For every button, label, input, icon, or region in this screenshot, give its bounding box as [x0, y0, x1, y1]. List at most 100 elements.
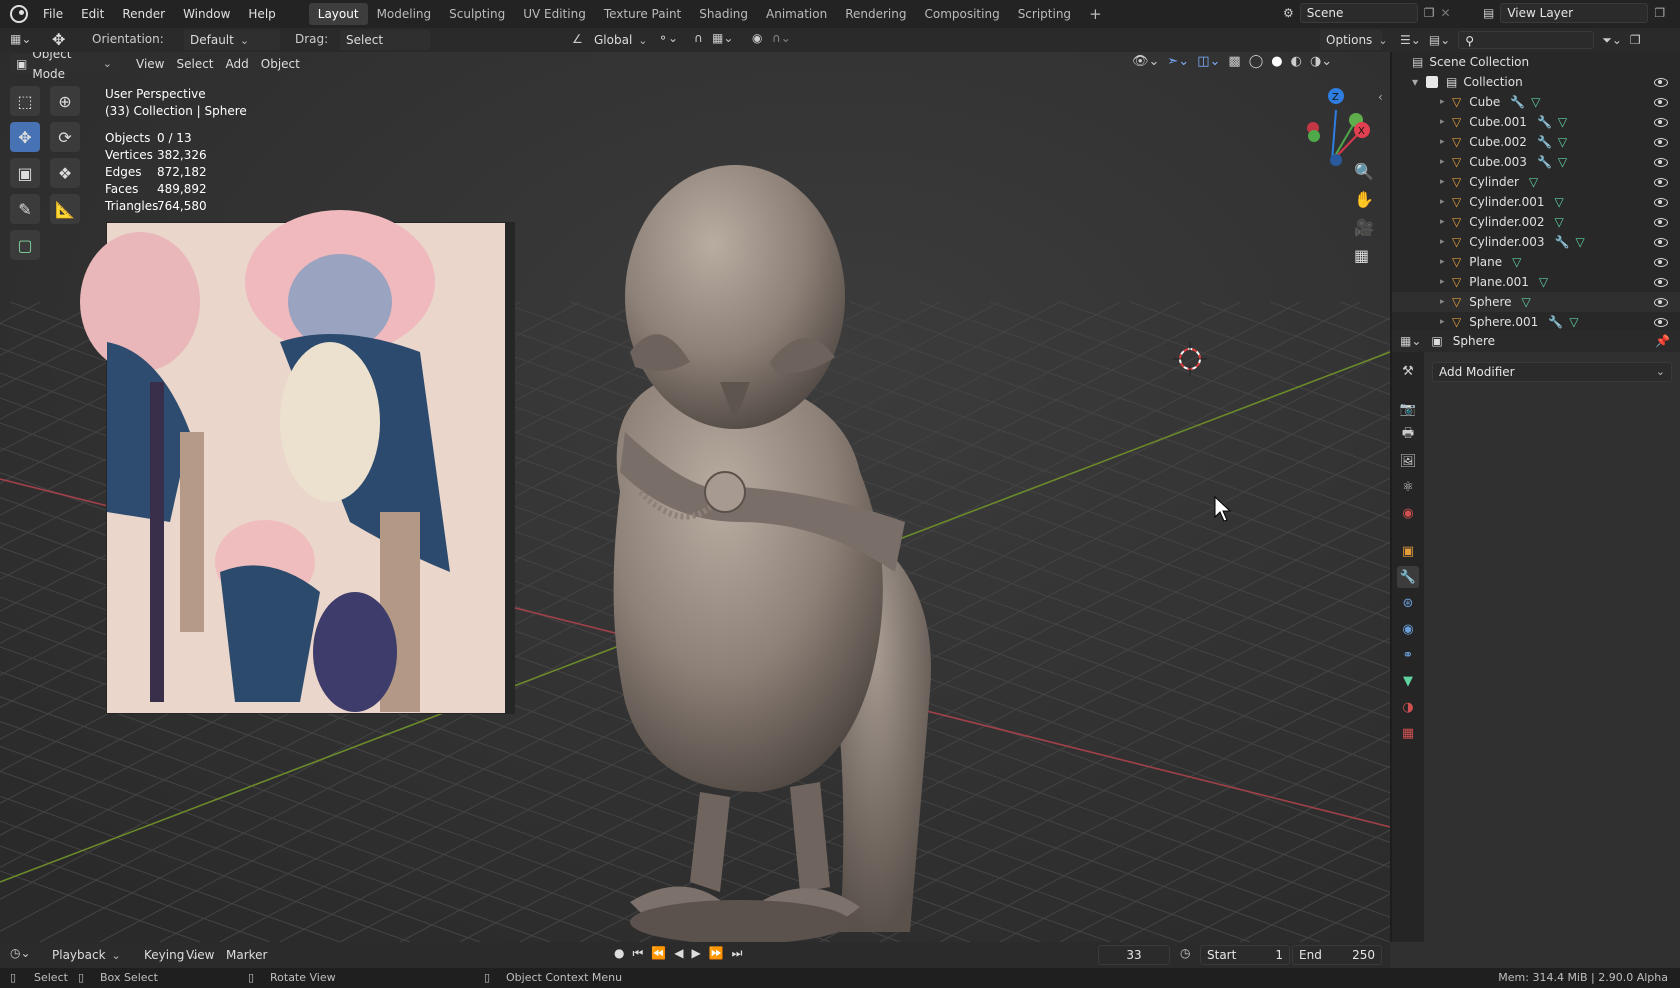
blender-logo-icon[interactable]: [10, 5, 28, 23]
eye-icon[interactable]: [1654, 97, 1668, 107]
tab-rendering[interactable]: Rendering: [836, 3, 915, 25]
start-frame-field[interactable]: Start 1: [1200, 945, 1290, 965]
new-view-layer-icon[interactable]: ❐: [1654, 6, 1665, 20]
modifier-wrench-icon[interactable]: 🔧: [1537, 115, 1552, 129]
modifier-wrench-icon[interactable]: 🔧: [1555, 235, 1570, 249]
drag-dropdown[interactable]: Select Box: [340, 30, 430, 67]
wireframe-shading-icon[interactable]: ◯: [1249, 54, 1264, 69]
eye-icon[interactable]: [1654, 277, 1668, 287]
outliner-item[interactable]: ▸ ▽ Plane ▽: [1392, 252, 1680, 272]
outliner-search-input[interactable]: ⚲: [1458, 31, 1595, 49]
gizmo-toggle-icon[interactable]: ➣⌄: [1167, 54, 1189, 69]
ortho-grid-icon[interactable]: ▦: [1354, 246, 1374, 265]
mesh-data-icon[interactable]: ▽: [1558, 135, 1567, 149]
measure-tool-icon[interactable]: 📐: [50, 194, 80, 224]
display-mode-icon[interactable]: ▤⌄: [1429, 33, 1450, 47]
outliner-item[interactable]: ▸ ▽ Cube.002 🔧 ▽: [1392, 132, 1680, 152]
outliner-item[interactable]: ▸ ▽ Cylinder.002 ▽: [1392, 212, 1680, 232]
eye-icon[interactable]: [1654, 297, 1668, 307]
outliner-item[interactable]: ▸ ▽ Cylinder ▽: [1392, 172, 1680, 192]
add-modifier-dropdown[interactable]: Add Modifier: [1432, 362, 1672, 382]
expand-arrow-icon[interactable]: ▸: [1440, 117, 1452, 127]
overlay-toggle-icon[interactable]: ◫⌄: [1197, 54, 1220, 69]
timeline-menu-view[interactable]: View: [180, 945, 220, 965]
expand-arrow-icon[interactable]: ▸: [1440, 197, 1452, 207]
scale-tool-icon[interactable]: ▣: [10, 158, 40, 188]
zoom-icon[interactable]: 🔍: [1354, 162, 1374, 181]
outliner-item[interactable]: ▸ ▽ Cylinder.001 ▽: [1392, 192, 1680, 212]
outliner-item[interactable]: ▸ ▽ Sphere.001 🔧 ▽: [1392, 312, 1680, 330]
object-properties-icon[interactable]: ▣: [1397, 540, 1419, 562]
tab-compositing[interactable]: Compositing: [915, 3, 1008, 25]
outliner-item[interactable]: ▸ ▽ Plane.001 ▽: [1392, 272, 1680, 292]
eye-icon[interactable]: [1654, 137, 1668, 147]
play-icon[interactable]: ▶: [691, 946, 700, 961]
eye-icon[interactable]: [1654, 197, 1668, 207]
eye-icon[interactable]: [1654, 317, 1668, 327]
mesh-data-icon[interactable]: ▽: [1539, 275, 1548, 289]
viewport-menu-select[interactable]: Select: [170, 54, 219, 74]
next-keyframe-icon[interactable]: ⏩: [709, 946, 724, 961]
particles-properties-icon[interactable]: ⊛: [1397, 592, 1419, 614]
mesh-data-icon[interactable]: ▽: [1531, 95, 1540, 109]
data-properties-icon[interactable]: ▼: [1397, 670, 1419, 692]
modifier-properties-icon[interactable]: 🔧: [1397, 566, 1419, 588]
tab-shading[interactable]: Shading: [690, 3, 757, 25]
tool-properties-icon[interactable]: ⚒: [1397, 360, 1419, 382]
rendered-shading-icon[interactable]: ◑⌄: [1310, 54, 1332, 69]
render-properties-icon[interactable]: 📷: [1397, 398, 1419, 420]
filter-icon[interactable]: ⏷⌄: [1602, 33, 1622, 48]
eye-icon[interactable]: [1654, 117, 1668, 127]
xray-toggle-icon[interactable]: ▩: [1228, 54, 1240, 69]
mesh-data-icon[interactable]: ▽: [1529, 175, 1538, 189]
end-frame-field[interactable]: End 250: [1292, 945, 1382, 965]
modifier-wrench-icon[interactable]: 🔧: [1537, 155, 1552, 169]
pin-icon[interactable]: 📌: [1655, 334, 1670, 348]
playback-menu[interactable]: Playback: [46, 945, 127, 965]
menu-file[interactable]: File: [34, 0, 72, 28]
falloff-icon[interactable]: ∩⌄: [772, 31, 791, 45]
view-layer-field[interactable]: View Layer: [1500, 3, 1649, 23]
expand-arrow-icon[interactable]: ▸: [1440, 277, 1452, 287]
expand-arrow-icon[interactable]: ▸: [1440, 137, 1452, 147]
transform-orientation-dropdown[interactable]: Global: [588, 30, 650, 50]
view-layer-properties-icon[interactable]: 🖼: [1397, 450, 1419, 472]
prev-keyframe-icon[interactable]: ⏪: [651, 946, 666, 961]
move-tool-icon[interactable]: ✥: [10, 122, 40, 152]
outliner-item[interactable]: ▸ ▽ Cube.001 🔧 ▽: [1392, 112, 1680, 132]
sidebar-toggle-icon[interactable]: ‹: [1378, 90, 1383, 104]
tab-modeling[interactable]: Modeling: [368, 3, 441, 25]
eye-icon[interactable]: [1654, 77, 1668, 87]
material-shading-icon[interactable]: ◐: [1291, 54, 1302, 69]
expand-arrow-icon[interactable]: ▸: [1440, 257, 1452, 267]
mesh-data-icon[interactable]: ▽: [1512, 255, 1521, 269]
viewport-menu-add[interactable]: Add: [220, 54, 255, 74]
preview-range-icon[interactable]: ◷: [1180, 946, 1190, 960]
solid-shading-icon[interactable]: ●: [1271, 54, 1282, 69]
orientation-dropdown[interactable]: Default: [184, 30, 280, 50]
reference-image[interactable]: [80, 210, 515, 714]
delete-scene-icon[interactable]: ✕: [1441, 6, 1451, 20]
eye-icon[interactable]: [1654, 177, 1668, 187]
menu-window[interactable]: Window: [174, 0, 239, 28]
pivot-point-icon[interactable]: ⚬⌄: [658, 31, 678, 45]
menu-edit[interactable]: Edit: [72, 0, 113, 28]
expand-arrow-icon[interactable]: ▸: [1440, 177, 1452, 187]
outliner-item[interactable]: ▸ ▽ Sphere ▽: [1392, 292, 1680, 312]
camera-view-icon[interactable]: 🎥: [1354, 218, 1374, 237]
annotate-tool-icon[interactable]: ✎: [10, 194, 40, 224]
mesh-data-icon[interactable]: ▽: [1558, 155, 1567, 169]
viewport-menu-view[interactable]: View: [130, 54, 170, 74]
world-properties-icon[interactable]: ◉: [1397, 502, 1419, 524]
expand-arrow-icon[interactable]: ▸: [1440, 317, 1452, 327]
pan-hand-icon[interactable]: ✋: [1354, 190, 1374, 209]
mesh-data-icon[interactable]: ▽: [1576, 235, 1585, 249]
modifier-wrench-icon[interactable]: 🔧: [1537, 135, 1552, 149]
rotate-tool-icon[interactable]: ⟳: [50, 122, 80, 152]
scene-collection-row[interactable]: ▤ Scene Collection: [1392, 52, 1680, 72]
mesh-data-icon[interactable]: ▽: [1555, 195, 1564, 209]
play-reverse-icon[interactable]: ◀: [674, 946, 683, 961]
mesh-data-icon[interactable]: ▽: [1522, 295, 1531, 309]
menu-render[interactable]: Render: [113, 0, 174, 28]
menu-help[interactable]: Help: [239, 0, 284, 28]
